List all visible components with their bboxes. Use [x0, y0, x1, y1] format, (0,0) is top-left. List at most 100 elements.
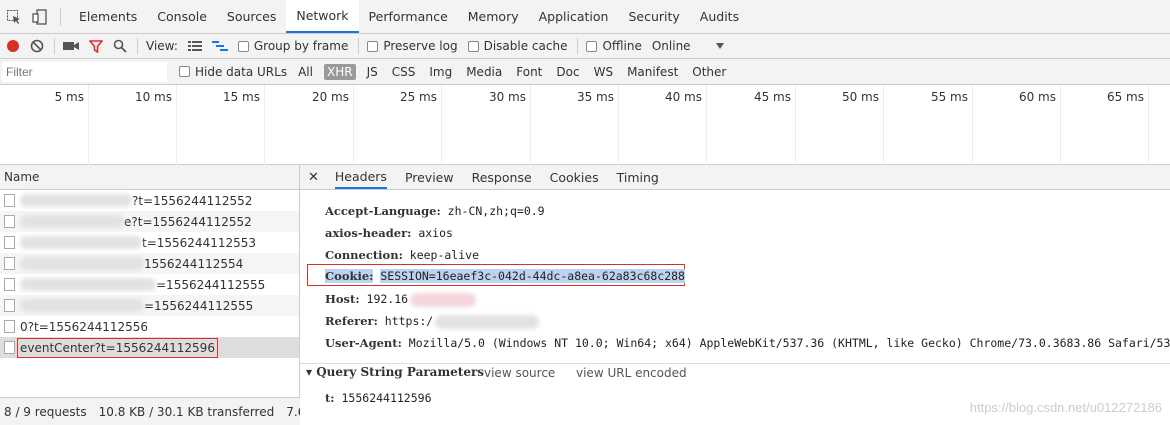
header-connection: Connection: keep-alive: [325, 248, 480, 262]
clear-icon[interactable]: [30, 39, 44, 53]
redacted-blur: [435, 314, 540, 329]
file-icon: [4, 257, 15, 270]
preserve-log-checkbox[interactable]: Preserve log: [367, 39, 458, 53]
redacted-blur: [20, 278, 156, 291]
request-detail-pane: ✕ Headers Preview Response Cookies Timin…: [300, 165, 1170, 425]
toolbar-divider: [358, 38, 360, 54]
checkbox-icon[interactable]: [586, 40, 598, 52]
filter-type-other[interactable]: Other: [689, 64, 729, 80]
disable-cache-checkbox[interactable]: Disable cache: [467, 39, 567, 53]
header-cookie: Cookie: SESSION=16eaef3c-042d-44dc-a8ea-…: [325, 269, 685, 283]
filter-type-font[interactable]: Font: [513, 64, 545, 80]
record-icon[interactable]: [6, 39, 20, 53]
query-param-t: t: 1556244112596: [325, 391, 432, 405]
tab-security[interactable]: Security: [618, 0, 689, 33]
tab-sources[interactable]: Sources: [217, 0, 286, 33]
request-row[interactable]: 1556244112554: [0, 253, 299, 274]
file-icon: [4, 215, 15, 228]
timeline-tick: 50 ms: [796, 85, 884, 165]
tab-application[interactable]: Application: [529, 0, 619, 33]
group-by-frame-checkbox[interactable]: Group by frame: [237, 39, 348, 53]
network-toolbar: View: Group by frame Preserve log Disabl…: [0, 34, 1170, 59]
file-icon: [4, 341, 15, 354]
hide-data-urls-checkbox[interactable]: Hide data URLs: [179, 65, 287, 79]
screenshot-camera-icon[interactable]: [63, 40, 79, 52]
tab-response[interactable]: Response: [472, 165, 532, 189]
tab-console[interactable]: Console: [147, 0, 217, 33]
section-divider: [300, 363, 1170, 364]
filter-input[interactable]: [2, 61, 167, 82]
redacted-blur: [20, 257, 144, 270]
request-row[interactable]: 0?t=1556244112556: [0, 316, 299, 337]
request-row[interactable]: =1556244112555: [0, 274, 299, 295]
device-toolbar-icon[interactable]: [32, 8, 48, 25]
filter-type-ws[interactable]: WS: [591, 64, 616, 80]
view-url-encoded-link[interactable]: view URL encoded: [576, 366, 687, 380]
request-list: Name ?t=1556244112552 e?t=1556244112552 …: [0, 165, 300, 425]
filter-type-doc[interactable]: Doc: [553, 64, 582, 80]
request-rows: ?t=1556244112552 e?t=1556244112552 t=155…: [0, 190, 299, 358]
search-icon[interactable]: [113, 39, 127, 53]
request-row[interactable]: e?t=1556244112552: [0, 211, 299, 232]
timeline-tick: 55 ms: [884, 85, 973, 165]
tab-cookies[interactable]: Cookies: [550, 165, 599, 189]
request-row-selected[interactable]: eventCenter?t=1556244112596: [0, 337, 299, 358]
large-request-rows-icon[interactable]: [187, 40, 202, 52]
toolbar-divider: [577, 38, 579, 54]
resource-size: 7.6 KB...: [286, 404, 300, 419]
offline-checkbox[interactable]: Offline: [586, 39, 642, 53]
header-axios: axios-header: axios: [325, 226, 453, 240]
network-status-bar: 8 / 9 requests 10.8 KB / 30.1 KB transfe…: [0, 397, 300, 425]
filter-type-media[interactable]: Media: [463, 64, 505, 80]
timeline-tick: 25 ms: [354, 85, 442, 165]
chevron-down-icon[interactable]: [715, 42, 725, 50]
tab-timing[interactable]: Timing: [617, 165, 659, 189]
filter-type-xhr[interactable]: XHR: [323, 63, 356, 80]
file-icon: [4, 194, 15, 207]
name-column-header[interactable]: Name: [0, 165, 299, 190]
timeline-tick: 40 ms: [619, 85, 707, 165]
tab-elements[interactable]: Elements: [69, 0, 147, 33]
checkbox-icon[interactable]: [237, 40, 249, 52]
filter-type-manifest[interactable]: Manifest: [624, 64, 681, 80]
request-row[interactable]: =1556244112555: [0, 295, 299, 316]
checkbox-icon[interactable]: [467, 40, 479, 52]
request-count: 8 / 9 requests: [4, 404, 87, 419]
throttling-select[interactable]: Online: [652, 39, 691, 53]
toolbar-divider: [137, 38, 138, 54]
query-string-section-toggle[interactable]: ▾ Query String Parameters: [306, 365, 484, 379]
redacted-blur: [410, 292, 477, 307]
filter-type-img[interactable]: Img: [426, 64, 455, 80]
filter-type-js[interactable]: JS: [364, 64, 381, 80]
timeline-tick: 10 ms: [89, 85, 177, 165]
waterfall-overview-icon[interactable]: [211, 40, 228, 52]
request-row[interactable]: ?t=1556244112552: [0, 190, 299, 211]
redacted-blur: [20, 299, 144, 312]
tab-preview[interactable]: Preview: [405, 165, 454, 189]
tab-bar-divider: [60, 7, 61, 26]
filter-funnel-icon[interactable]: [89, 39, 103, 53]
timeline-tick: 65 ms: [1061, 85, 1149, 165]
timeline-tick: 15 ms: [177, 85, 265, 165]
view-label: View:: [146, 39, 178, 53]
checkbox-icon[interactable]: [179, 66, 190, 77]
timeline-overview[interactable]: 5 ms 10 ms 15 ms 20 ms 25 ms 30 ms 35 ms…: [0, 85, 1170, 165]
view-source-link[interactable]: view source: [484, 366, 555, 380]
checkbox-icon[interactable]: [367, 40, 379, 52]
request-row[interactable]: t=1556244112553: [0, 232, 299, 253]
header-user-agent: User-Agent: Mozilla/5.0 (Windows NT 10.0…: [325, 336, 1170, 350]
file-icon: [4, 278, 15, 291]
filter-type-css[interactable]: CSS: [389, 64, 419, 80]
filter-bar: Hide data URLs All XHR JS CSS Img Media …: [0, 59, 1170, 85]
filter-type-all[interactable]: All: [295, 64, 316, 80]
tab-headers[interactable]: Headers: [334, 165, 387, 189]
timeline-tick: 5 ms: [0, 85, 89, 165]
transferred-size: 10.8 KB / 30.1 KB transferred: [98, 404, 275, 419]
tab-performance[interactable]: Performance: [359, 0, 458, 33]
close-icon[interactable]: ✕: [308, 170, 319, 185]
inspect-element-icon[interactable]: [6, 9, 22, 25]
timeline-tick: 60 ms: [973, 85, 1061, 165]
tab-memory[interactable]: Memory: [458, 0, 529, 33]
tab-audits[interactable]: Audits: [690, 0, 749, 33]
tab-network[interactable]: Network: [286, 0, 359, 33]
